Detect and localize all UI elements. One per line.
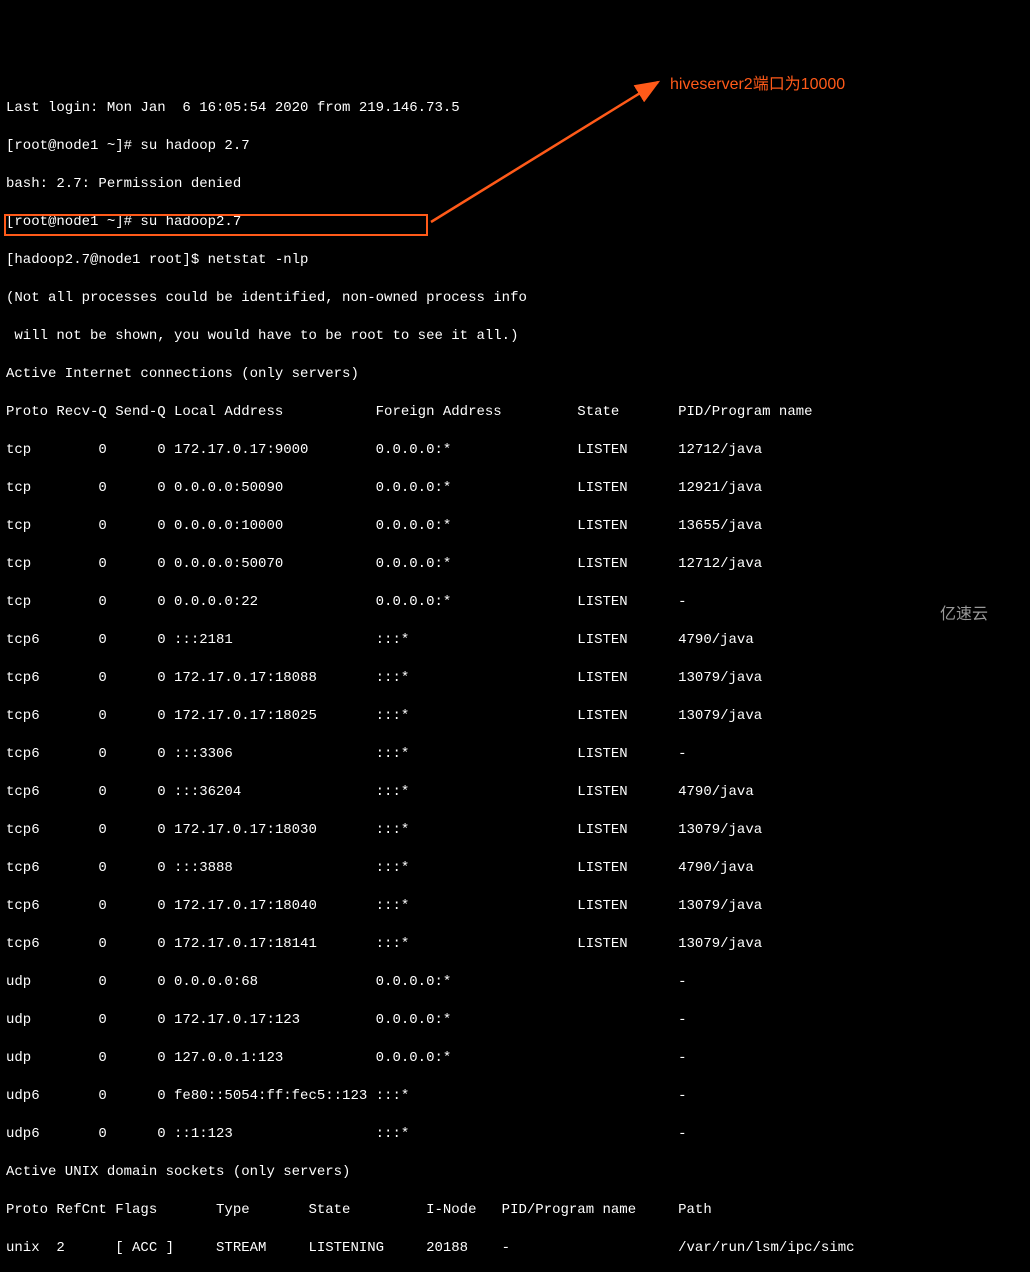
- annotation-label: hiveserver2端口为10000: [670, 75, 845, 94]
- table-header: Proto Recv-Q Send-Q Local Address Foreig…: [6, 403, 1024, 422]
- netstat-row: udp 0 0 127.0.0.1:123 0.0.0.0:* -: [6, 1049, 1024, 1068]
- table-header: Proto RefCnt Flags Type State I-Node PID…: [6, 1201, 1024, 1220]
- netstat-row: tcp6 0 0 172.17.0.17:18040 :::* LISTEN 1…: [6, 897, 1024, 916]
- netstat-row: tcp 0 0 172.17.0.17:9000 0.0.0.0:* LISTE…: [6, 441, 1024, 460]
- netstat-row: tcp6 0 0 :::36204 :::* LISTEN 4790/java: [6, 783, 1024, 802]
- info-line: (Not all processes could be identified, …: [6, 289, 1024, 308]
- watermark: 亿速云: [940, 600, 1022, 628]
- netstat-row: tcp6 0 0 172.17.0.17:18030 :::* LISTEN 1…: [6, 821, 1024, 840]
- error-line: bash: 2.7: Permission denied: [6, 175, 1024, 194]
- cloud-logo-icon: [994, 600, 1022, 628]
- netstat-row: tcp 0 0 0.0.0.0:50090 0.0.0.0:* LISTEN 1…: [6, 479, 1024, 498]
- netstat-row: tcp6 0 0 172.17.0.17:18141 :::* LISTEN 1…: [6, 935, 1024, 954]
- info-line: will not be shown, you would have to be …: [6, 327, 1024, 346]
- netstat-row: tcp6 0 0 :::3306 :::* LISTEN -: [6, 745, 1024, 764]
- unix-socket-row: unix 2 [ ACC ] STREAM LISTENING 20188 - …: [6, 1239, 1024, 1258]
- netstat-row: tcp6 0 0 :::3888 :::* LISTEN 4790/java: [6, 859, 1024, 878]
- prompt-line: [root@node1 ~]# su hadoop 2.7: [6, 137, 1024, 156]
- terminal-output[interactable]: Last login: Mon Jan 6 16:05:54 2020 from…: [0, 76, 1030, 1272]
- prompt-line: [root@node1 ~]# su hadoop2.7: [6, 213, 1024, 232]
- netstat-row: udp6 0 0 fe80::5054:ff:fec5::123 :::* -: [6, 1087, 1024, 1106]
- netstat-row: tcp 0 0 0.0.0.0:50070 0.0.0.0:* LISTEN 1…: [6, 555, 1024, 574]
- netstat-row: tcp6 0 0 172.17.0.17:18088 :::* LISTEN 1…: [6, 669, 1024, 688]
- netstat-row: tcp 0 0 0.0.0.0:22 0.0.0.0:* LISTEN -: [6, 593, 1024, 612]
- netstat-row: tcp6 0 0 172.17.0.17:18025 :::* LISTEN 1…: [6, 707, 1024, 726]
- netstat-row: udp 0 0 172.17.0.17:123 0.0.0.0:* -: [6, 1011, 1024, 1030]
- netstat-row: tcp6 0 0 :::2181 :::* LISTEN 4790/java: [6, 631, 1024, 650]
- section-header: Active Internet connections (only server…: [6, 365, 1024, 384]
- netstat-row: udp 0 0 0.0.0.0:68 0.0.0.0:* -: [6, 973, 1024, 992]
- netstat-row: udp6 0 0 ::1:123 :::* -: [6, 1125, 1024, 1144]
- prompt-line: [hadoop2.7@node1 root]$ netstat -nlp: [6, 251, 1024, 270]
- watermark-text: 亿速云: [940, 605, 988, 624]
- section-header: Active UNIX domain sockets (only servers…: [6, 1163, 1024, 1182]
- login-banner: Last login: Mon Jan 6 16:05:54 2020 from…: [6, 99, 1024, 118]
- netstat-row-highlighted: tcp 0 0 0.0.0.0:10000 0.0.0.0:* LISTEN 1…: [6, 517, 1024, 536]
